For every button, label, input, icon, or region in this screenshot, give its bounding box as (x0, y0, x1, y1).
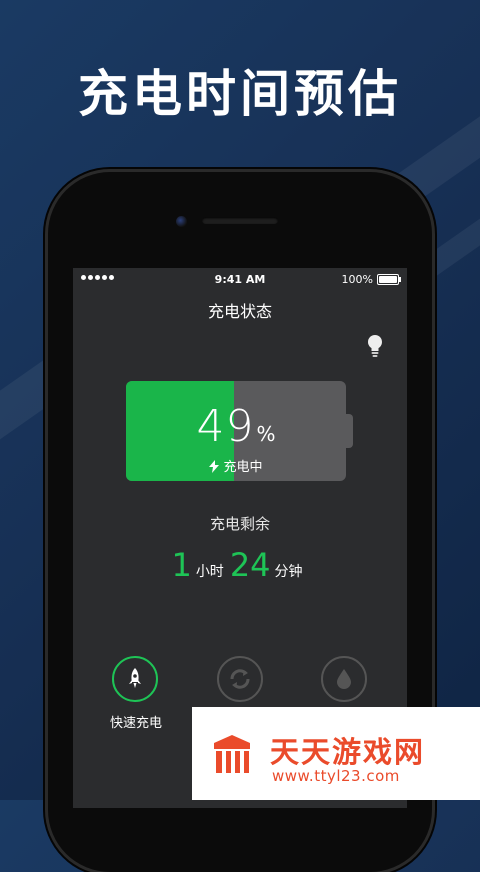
remaining-label: 充电剩余 (209, 515, 270, 533)
remaining-time: 1 小时 24 分钟 (73, 546, 407, 584)
lightning-icon (209, 460, 220, 473)
remaining-hours-unit: 小时 (195, 564, 224, 580)
watermark: 天天游戏网 www.ttyl23.com (192, 707, 480, 800)
cycle-charge-ring (217, 656, 263, 702)
page-title: 充电状态 (207, 302, 272, 321)
front-camera (176, 216, 187, 227)
battery-cap (346, 414, 353, 448)
remaining-minutes: 24 (229, 546, 271, 584)
battery-percent: 49% (126, 401, 346, 452)
earpiece-speaker (202, 217, 278, 224)
trickle-charge-button[interactable] (319, 656, 369, 712)
watermark-url: www.ttyl23.com (272, 767, 400, 785)
charging-state: 充电中 (126, 456, 346, 475)
status-battery-percent: 100% (341, 273, 373, 286)
rocket-icon (129, 668, 141, 688)
lightbulb-icon[interactable] (365, 334, 385, 358)
status-bar: 9:41 AM 100% (73, 268, 407, 290)
watermark-logo-icon (214, 735, 250, 773)
drop-icon (337, 669, 351, 689)
fast-charge-button[interactable]: 快速充电 (110, 656, 163, 731)
fast-charge-ring (112, 656, 158, 702)
charging-label: 充电中 (223, 460, 263, 475)
mode-label: 快速充电 (110, 716, 163, 731)
power-button (432, 340, 437, 400)
headline: 充电时间预估 (78, 65, 402, 123)
remaining-hours: 1 (171, 546, 192, 584)
cycle-icon (230, 669, 250, 689)
remaining-minutes-unit: 分钟 (274, 564, 303, 580)
watermark-title: 天天游戏网 (270, 735, 426, 769)
battery-icon (377, 274, 401, 285)
battery-percent-value: 49 (196, 401, 255, 452)
cycle-charge-button[interactable] (215, 656, 265, 712)
battery-percent-unit: % (256, 422, 276, 446)
trickle-charge-ring (321, 656, 367, 702)
